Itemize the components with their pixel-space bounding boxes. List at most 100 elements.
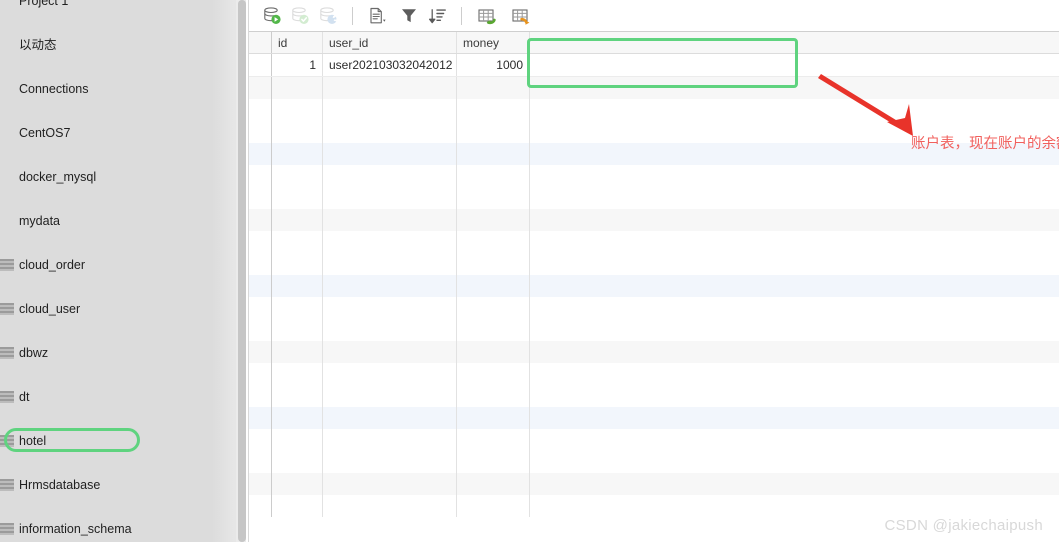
tree-item-hrmsdatabase[interactable]: Hrmsdatabase	[0, 474, 248, 496]
tree-item-label: information_schema	[19, 522, 132, 536]
row-gutter[interactable]	[249, 363, 272, 385]
tree-item-label: cloud_user	[19, 302, 81, 316]
spacer-icon	[0, 38, 14, 52]
column-header-user_id[interactable]: user_id	[323, 32, 457, 53]
watermark: CSDN @jakiechaipush	[884, 517, 1043, 534]
toolbar-separator-1	[352, 6, 353, 25]
filter-icon[interactable]	[396, 3, 422, 29]
tree-item-centos7[interactable]: CentOS7	[0, 122, 248, 144]
tree-item-dbwz[interactable]: dbwz	[0, 342, 248, 364]
cell-user_id[interactable]: user202103032042012	[323, 54, 457, 77]
spacer-icon	[0, 82, 14, 96]
grid-empty-row[interactable]	[249, 473, 1059, 495]
tree-item-label: docker_mysql	[19, 170, 97, 184]
column-header-money[interactable]: money	[457, 32, 530, 53]
table-export-icon[interactable]	[505, 3, 537, 29]
result-grid[interactable]: id user_id money 1 user202103032042012 1000	[249, 32, 1059, 542]
column-header-id[interactable]: id	[272, 32, 323, 53]
grid-empty-row[interactable]	[249, 363, 1059, 385]
grid-empty-row[interactable]	[249, 231, 1059, 253]
grid-empty-row[interactable]	[249, 407, 1059, 429]
row-gutter[interactable]	[249, 495, 272, 517]
commit-icon[interactable]	[287, 3, 313, 29]
row-gutter[interactable]	[249, 275, 272, 297]
grid-empty-row[interactable]	[249, 209, 1059, 231]
database-icon	[0, 478, 14, 492]
database-icon	[0, 390, 14, 404]
sidebar-scrollbar-thumb[interactable]	[238, 0, 246, 542]
grid-empty-row[interactable]	[249, 319, 1059, 341]
database-icon	[0, 434, 14, 448]
grid-data-row[interactable]: 1 user202103032042012 1000	[249, 54, 1059, 77]
database-icon	[0, 346, 14, 360]
row-gutter[interactable]	[249, 253, 272, 275]
tree-item--[interactable]: 以动态	[0, 34, 248, 56]
tree-item-label: Connections	[19, 82, 89, 96]
cell-filler	[530, 54, 1059, 77]
sort-icon[interactable]	[424, 3, 450, 29]
tree-item-connections[interactable]: Connections	[0, 78, 248, 100]
row-gutter[interactable]	[249, 429, 272, 451]
grid-empty-row[interactable]	[249, 429, 1059, 451]
tree-item-information-schema[interactable]: information_schema	[0, 518, 248, 540]
tree-item-label: cloud_order	[19, 258, 86, 272]
grid-empty-row[interactable]	[249, 297, 1059, 319]
grid-empty-row[interactable]	[249, 253, 1059, 275]
table-refresh-icon[interactable]	[471, 3, 503, 29]
row-gutter[interactable]	[249, 77, 272, 99]
row-gutter[interactable]	[249, 341, 272, 363]
row-gutter[interactable]	[249, 231, 272, 253]
tree-item-label: 以动态	[19, 38, 57, 52]
tree-item-label: mydata	[19, 214, 60, 228]
cell-id[interactable]: 1	[272, 54, 323, 77]
grid-empty-row[interactable]	[249, 77, 1059, 99]
row-gutter[interactable]	[249, 385, 272, 407]
grid-empty-row[interactable]	[249, 385, 1059, 407]
row-gutter[interactable]	[249, 143, 272, 165]
tree-item-cloud-order[interactable]: cloud_order	[0, 254, 248, 276]
row-gutter[interactable]	[249, 297, 272, 319]
grid-empty-row[interactable]	[249, 341, 1059, 363]
tree-item-hotel[interactable]: hotel	[0, 430, 248, 452]
grid-empty-row[interactable]	[249, 451, 1059, 473]
tree-item-label: CentOS7	[19, 126, 71, 140]
grid-empty-row[interactable]	[249, 99, 1059, 121]
grid-empty-row[interactable]	[249, 275, 1059, 297]
column-header-filler	[530, 32, 1059, 53]
row-gutter[interactable]	[249, 54, 272, 77]
tree-item-dt[interactable]: dt	[0, 386, 248, 408]
grid-empty-row[interactable]	[249, 495, 1059, 517]
tree-item-docker-mysql[interactable]: docker_mysql	[0, 166, 248, 188]
row-gutter[interactable]	[249, 165, 272, 187]
grid-empty-row[interactable]	[249, 187, 1059, 209]
rollback-icon[interactable]	[315, 3, 341, 29]
row-gutter[interactable]	[249, 209, 272, 231]
run-query-icon[interactable]	[259, 3, 285, 29]
row-gutter[interactable]	[249, 99, 272, 121]
row-gutter[interactable]	[249, 319, 272, 341]
spacer-icon	[0, 0, 14, 8]
cell-money[interactable]: 1000	[457, 54, 530, 77]
tree-item-label: dt	[19, 390, 30, 404]
page-options-icon[interactable]	[362, 3, 394, 29]
database-explorer-sidebar[interactable]: Project 1 以动态 Connections CentOS7 docker_mys…	[0, 0, 248, 542]
spacer-icon	[0, 126, 14, 140]
tree-item-cloud-user[interactable]: cloud_user	[0, 298, 248, 320]
tree-item-label: dbwz	[19, 346, 49, 360]
database-icon	[0, 258, 14, 272]
grid-empty-row[interactable]	[249, 165, 1059, 187]
annotation-text: 账户表，现在账户的余额还有1000	[911, 136, 1059, 152]
grid-header-row: id user_id money	[249, 32, 1059, 54]
tree-item-project-1[interactable]: Project 1	[0, 0, 248, 12]
row-gutter[interactable]	[249, 187, 272, 209]
database-tree[interactable]: Project 1 以动态 Connections CentOS7 docker_mys…	[0, 0, 248, 540]
row-gutter[interactable]	[249, 473, 272, 495]
tree-item-mydata[interactable]: mydata	[0, 210, 248, 232]
tree-item-label: hotel	[19, 434, 47, 448]
toolbar-separator-2	[461, 6, 462, 25]
row-gutter[interactable]	[249, 121, 272, 143]
row-gutter[interactable]	[249, 407, 272, 429]
spacer-icon	[0, 214, 14, 228]
table-toolbar	[249, 0, 1059, 32]
row-gutter[interactable]	[249, 451, 272, 473]
